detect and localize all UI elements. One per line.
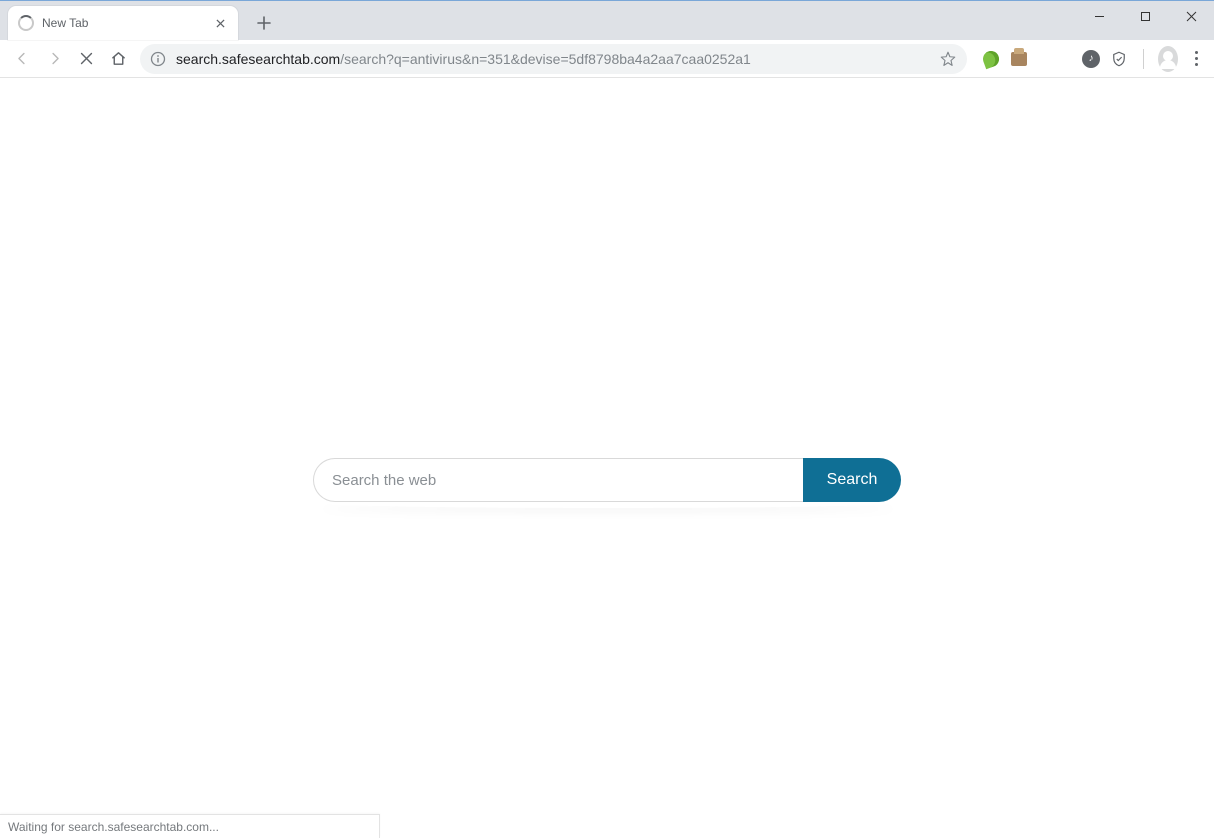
titlebar: New Tab [0,0,1214,40]
nav-stop-button[interactable] [72,45,100,73]
extensions-area: ♪ [975,49,1206,69]
window-minimize-button[interactable] [1076,1,1122,31]
window-controls [1076,1,1214,31]
new-tab-button[interactable] [250,9,278,37]
tab-strip: New Tab [0,1,278,40]
nav-forward-button[interactable] [40,45,68,73]
search-box: Search [313,458,901,502]
extension-shield-icon[interactable] [1109,49,1129,69]
extension-music-icon[interactable]: ♪ [1081,49,1101,69]
browser-tab[interactable]: New Tab [8,6,238,40]
extension-box-icon[interactable] [1009,49,1029,69]
search-button[interactable]: Search [803,458,901,502]
extension-green-icon[interactable] [981,49,1001,69]
status-bar: Waiting for search.safesearchtab.com... [0,814,380,838]
profile-button[interactable] [1158,49,1178,69]
window-close-button[interactable] [1168,1,1214,31]
address-bar[interactable]: search.safesearchtab.com/search?q=antivi… [140,44,967,74]
url-host: search.safesearchtab.com [176,51,340,67]
page-content: Search Waiting for search.safesearchtab.… [0,78,1214,838]
tab-close-button[interactable] [212,15,228,31]
status-text: Waiting for search.safesearchtab.com... [8,820,219,834]
window-maximize-button[interactable] [1122,1,1168,31]
site-info-icon[interactable] [150,51,166,67]
toolbar: search.safesearchtab.com/search?q=antivi… [0,40,1214,78]
url-path: /search?q=antivirus&n=351&devise=5df8798… [340,51,751,67]
nav-home-button[interactable] [104,45,132,73]
chrome-menu-button[interactable] [1186,49,1206,69]
tab-title: New Tab [42,16,212,30]
bookmark-star-icon[interactable] [939,50,957,68]
loading-spinner-icon [18,15,34,31]
toolbar-divider [1143,49,1144,69]
search-input[interactable] [313,458,803,502]
nav-back-button[interactable] [8,45,36,73]
